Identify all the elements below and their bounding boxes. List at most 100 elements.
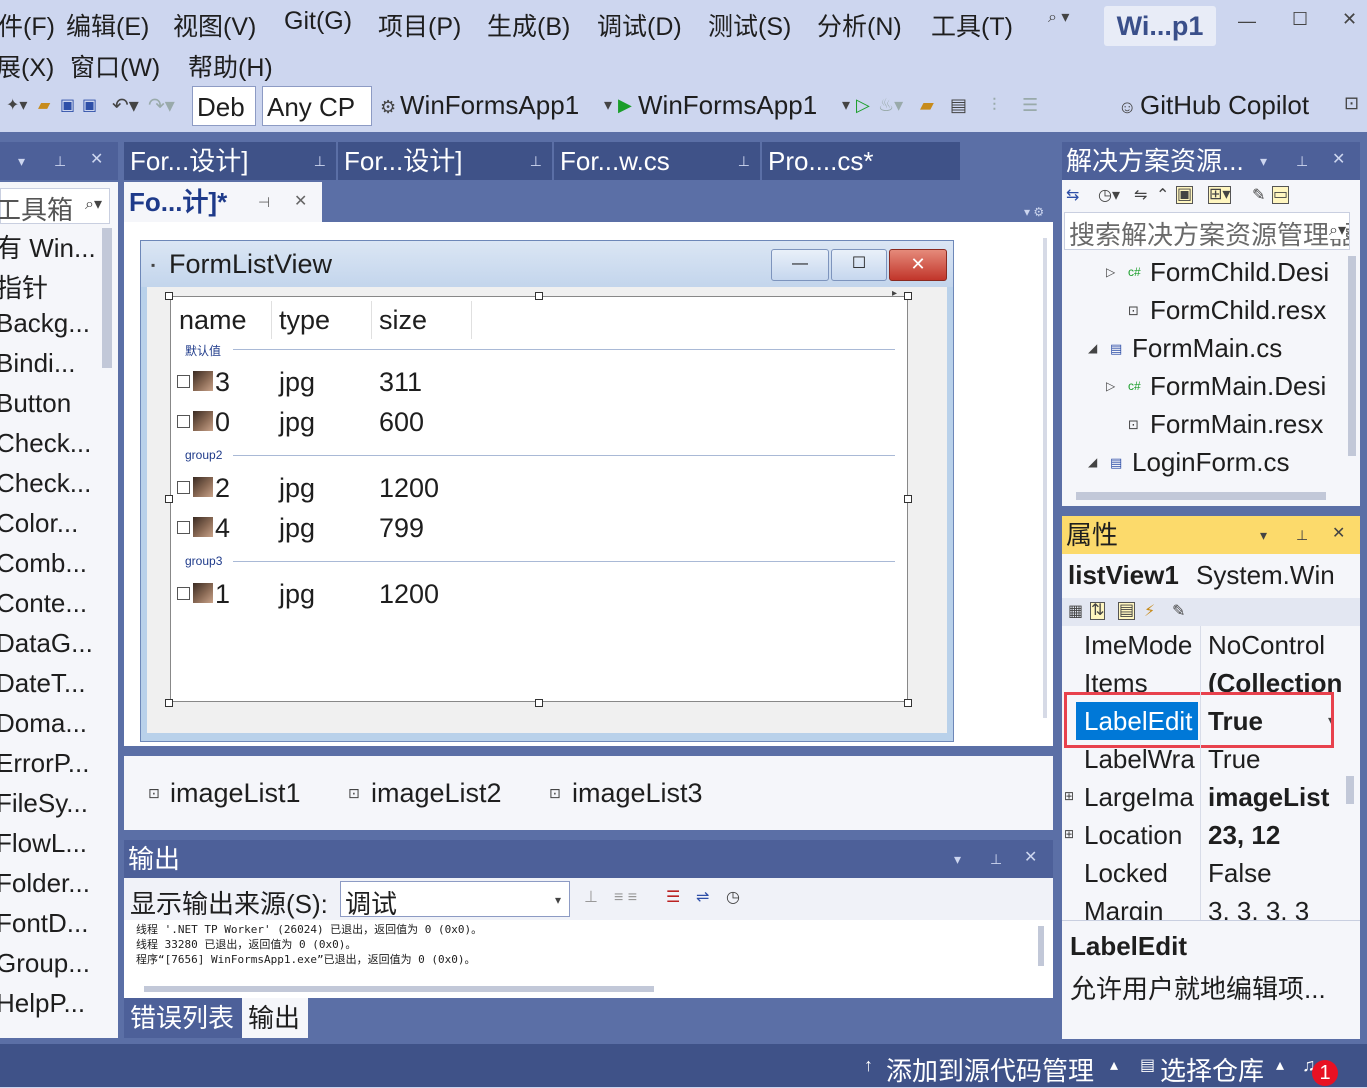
maximize-icon[interactable]: ☐ [1292,10,1308,28]
undo-icon[interactable]: ↶▾ [112,96,139,116]
resize-handle[interactable] [165,495,173,503]
pin-icon[interactable]: ⊥ [1296,528,1308,542]
toolbox-item[interactable]: Color... [0,508,78,539]
menu-project[interactable]: 项目(P) [378,7,461,43]
item-name[interactable]: 1 [215,579,230,610]
item-checkbox[interactable] [177,481,190,494]
toolbox-item[interactable]: FileSy... [0,788,88,819]
form-maximize-button[interactable]: ☐ [831,249,887,281]
property-row[interactable]: ImeMode NoControl [1080,626,1342,664]
resize-handle[interactable] [535,292,543,300]
resize-handle[interactable] [904,292,912,300]
platform-dropdown[interactable]: Any CP [262,86,372,126]
start-icon[interactable]: ▶ [618,96,632,114]
property-value[interactable]: (Collection [1208,664,1342,694]
startup-project-dropdown[interactable]: WinFormsApp1 [400,90,579,121]
property-value[interactable]: 23, 12 [1208,816,1342,854]
resize-handle[interactable] [165,699,173,707]
events-icon[interactable]: ⚡ [1144,604,1155,620]
property-row[interactable]: ⊞ Location 23, 12 [1064,816,1342,854]
column-divider[interactable] [471,301,472,339]
layout-icon[interactable]: ▤ [950,96,967,114]
properties-vscroll-thumb[interactable] [1346,776,1354,804]
component-imagelist1[interactable]: imageList1 [170,778,301,809]
tree-node[interactable]: FormChild.resx [1150,295,1326,326]
filter-icon[interactable]: ⊞▾ [1208,186,1232,204]
expand-plus-icon[interactable]: ⊞ [1064,790,1074,802]
close-icon[interactable]: ✕ [90,152,103,168]
object-selector[interactable]: listView1 System.Win [1062,558,1360,596]
pin-icon[interactable]: ⊥ [54,154,66,168]
configuration-dropdown[interactable]: Deb [192,86,256,126]
property-value[interactable]: NoControl [1208,626,1342,664]
open-folder-icon[interactable]: ▰ [38,98,50,114]
property-row[interactable]: LabelWra True [1080,740,1342,778]
minimize-icon[interactable]: — [1238,12,1256,30]
item-name[interactable]: 4 [215,513,230,544]
properties-icon[interactable]: ✎ [1252,188,1265,204]
menu-debug[interactable]: 调试(D) [597,7,682,43]
toolbox-scrollbar-thumb[interactable] [102,228,112,368]
column-divider[interactable] [371,301,372,339]
menu-tools[interactable]: 工具(T) [931,7,1013,43]
output-hscroll-thumb[interactable] [144,986,654,992]
toolbox-item[interactable]: Doma... [0,708,87,739]
dropdown-arrow-icon[interactable]: ▾ [954,852,961,866]
toolbox-item[interactable]: Comb... [0,548,87,579]
resize-handle[interactable] [535,699,543,707]
property-row[interactable]: Items (Collection [1080,664,1342,694]
toolbox-item[interactable]: Backg... [0,308,90,339]
expand-plus-icon[interactable]: ⊞ [1064,828,1074,840]
close-icon[interactable]: ✕ [294,182,307,222]
toolbox-item[interactable]: DateT... [0,668,86,699]
solution-search-input[interactable]: 搜索解决方案资源管理器 ⌕▾ [1064,212,1350,250]
property-value[interactable]: 3, 3, 3, 3 [1208,892,1342,920]
word-wrap-icon[interactable]: ⇌ [696,890,709,906]
toolbox-item[interactable]: Conte... [0,588,87,619]
format-icon[interactable]: ☰ [1022,96,1038,114]
output-source-dropdown[interactable]: 调试 ▾ [340,881,570,919]
column-header-type[interactable]: type [279,305,330,336]
new-item-icon[interactable]: ✦▾ [6,98,27,114]
property-row[interactable]: Locked False [1080,854,1342,892]
dropdown-arrow-icon[interactable]: ▾ [842,98,850,114]
align-icon[interactable]: ⫶ [992,96,997,114]
pin-icon[interactable]: ⊥ [530,142,542,180]
property-column-divider[interactable] [1200,626,1201,920]
toolbox-item[interactable]: 指针 [0,268,48,305]
item-checkbox[interactable] [177,587,190,600]
designer-scrollbar[interactable] [1043,238,1047,718]
toolbox-item[interactable]: DataG... [0,628,93,659]
switch-view-icon[interactable]: ⇋ [1134,188,1147,204]
dropdown-arrow-icon[interactable]: ▾ [604,98,612,114]
doc-tab[interactable]: For...设计] ⊥ [124,142,336,180]
pin-icon[interactable]: ⊣ [258,182,270,222]
search-icon[interactable]: ⌕▾ [1329,223,1346,239]
dropdown-arrow-icon[interactable]: ▾ [1260,528,1267,542]
toolbox-group-all[interactable]: 有 Win... [0,228,96,265]
collapse-icon[interactable]: ⌃ [1156,188,1169,204]
toolbox-item[interactable]: Group... [0,948,90,979]
dropdown-arrow-icon[interactable]: ▴ [1110,1058,1118,1074]
item-checkbox[interactable] [177,415,190,428]
component-imagelist3[interactable]: imageList3 [572,778,703,809]
output-text-area[interactable]: 线程 '.NET TP Worker' (26024) 已退出，返回值为 0 (… [124,920,1053,998]
pin-icon[interactable]: ⊥ [314,142,326,180]
toolbox-item[interactable]: FontD... [0,908,88,939]
form-close-button[interactable]: ✕ [889,249,947,281]
toolbox-item[interactable]: HelpP... [0,988,85,1019]
hot-reload-icon[interactable]: ♨▾ [878,96,903,114]
notification-badge[interactable]: 1 [1312,1060,1338,1086]
item-name[interactable]: 0 [215,407,230,438]
doc-tab[interactable]: For...w.cs ⊥ [554,142,760,180]
feedback-icon[interactable]: ⊡ [1344,94,1359,112]
smart-tag-icon[interactable]: ▸ [892,289,897,299]
preview-icon[interactable]: ▭ [1272,186,1290,204]
tab-output[interactable]: 输出 [242,998,308,1038]
doc-tab[interactable]: Pro....cs* [762,142,960,180]
solution-vscroll-thumb[interactable] [1348,256,1356,456]
pin-icon[interactable]: ⊥ [990,852,1002,866]
resize-handle[interactable] [165,292,173,300]
menu-file[interactable]: 件(F) [0,7,55,43]
doc-tab[interactable]: For...设计] ⊥ [338,142,552,180]
